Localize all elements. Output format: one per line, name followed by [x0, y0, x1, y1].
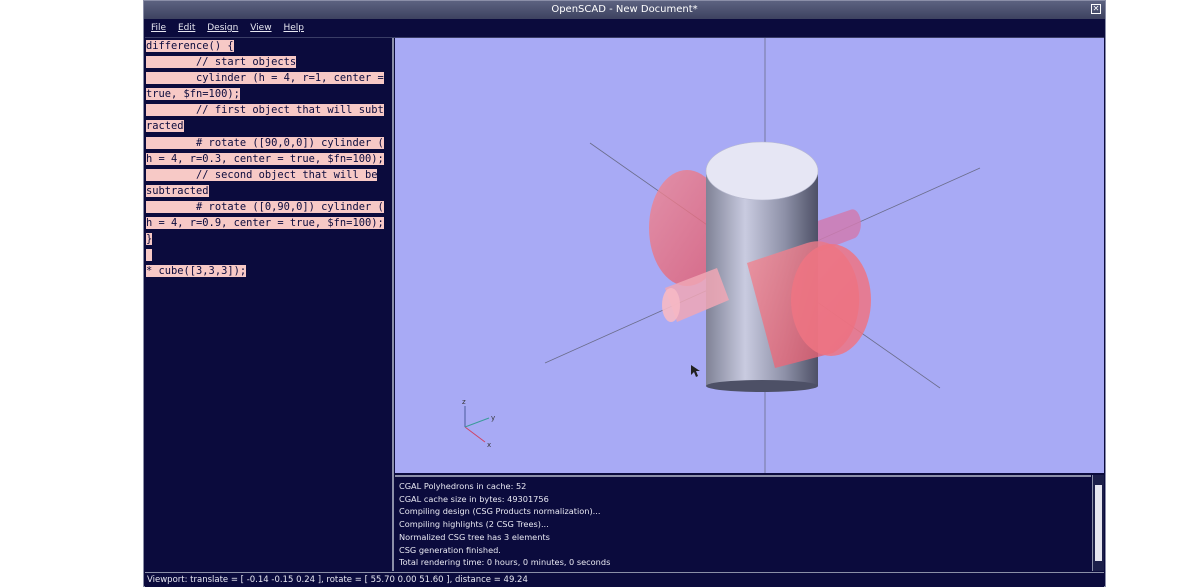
code-line: } — [146, 233, 153, 246]
menu-bar: File Edit Design View Help — [145, 20, 1104, 38]
openscad-window: OpenSCAD - New Document* ✕ File Edit Des… — [143, 0, 1106, 587]
title-bar: OpenSCAD - New Document* ✕ — [144, 1, 1105, 19]
code-line: cylinder (h = 4, r=1, center = — [146, 72, 384, 85]
menu-file[interactable]: File — [151, 23, 166, 33]
code-line: // start objects — [146, 56, 297, 69]
menu-design[interactable]: Design — [207, 23, 238, 33]
code-line: // second object that will be — [146, 168, 378, 181]
code-line: subtracted — [146, 184, 209, 197]
console-line: CSG generation finished. — [399, 544, 501, 555]
console-line: CGAL Polyhedrons in cache: 52 — [399, 481, 527, 491]
console-line: Total rendering time: 0 hours, 0 minutes… — [399, 557, 611, 568]
code-line: true, $fn=100); — [146, 88, 240, 101]
code-line: # rotate ([90,0,0]) cylinder ( — [146, 136, 384, 149]
status-bar: Viewport: translate = [ -0.14 -0.15 0.24… — [145, 572, 1104, 587]
main-cylinder-bottom — [706, 380, 818, 392]
window-title: OpenSCAD - New Document* — [551, 4, 698, 15]
mouse-cursor-icon — [691, 365, 700, 377]
axis-label-x: x — [487, 441, 491, 449]
console-line: CGAL cache size in bytes: 49301756 — [399, 493, 549, 504]
menu-edit[interactable]: Edit — [178, 23, 195, 33]
menu-view[interactable]: View — [250, 23, 271, 33]
code-line: racted — [146, 120, 184, 133]
code-line: h = 4, r=0.9, center = true, $fn=100); — [146, 217, 384, 230]
3d-scene[interactable]: z y x — [395, 38, 1104, 473]
code-line: difference() { — [146, 40, 234, 52]
code-line: // first object that will subt — [146, 104, 384, 117]
console-scrollbar-thumb[interactable] — [1095, 485, 1102, 561]
subtract-cylinder-small-left-cap — [662, 288, 680, 322]
axis-label-y: y — [491, 414, 495, 422]
code-line: # rotate ([0,90,0]) cylinder ( — [146, 200, 384, 213]
subtract-cylinder-large-front-cap — [791, 244, 871, 356]
menu-help[interactable]: Help — [283, 23, 304, 33]
main-cylinder-top — [705, 141, 819, 201]
code-line: * cube([3,3,3]); — [146, 265, 247, 278]
console-scrollbar[interactable] — [1092, 475, 1104, 571]
close-window-button[interactable]: ✕ — [1091, 4, 1101, 14]
console-line: Normalized CSG tree has 3 elements — [399, 531, 550, 542]
viewport-status-text: Viewport: translate = [ -0.14 -0.15 0.24… — [147, 575, 528, 585]
code-editor[interactable]: difference() { // start objects cylinder… — [146, 38, 394, 571]
code-line: h = 4, r=0.3, center = true, $fn=100); — [146, 152, 384, 165]
console-panel: CGAL Polyhedrons in cache: 52 CGAL cache… — [395, 475, 1091, 571]
axis-label-z: z — [462, 398, 466, 406]
console-line: Compiling highlights (2 CSG Trees)... — [399, 519, 549, 530]
console-line: Compiling design (CSG Products normaliza… — [399, 506, 601, 517]
3d-viewport[interactable]: z y x — [395, 38, 1104, 473]
code-line — [146, 249, 153, 262]
axis-gizmo: z y x — [462, 398, 495, 449]
